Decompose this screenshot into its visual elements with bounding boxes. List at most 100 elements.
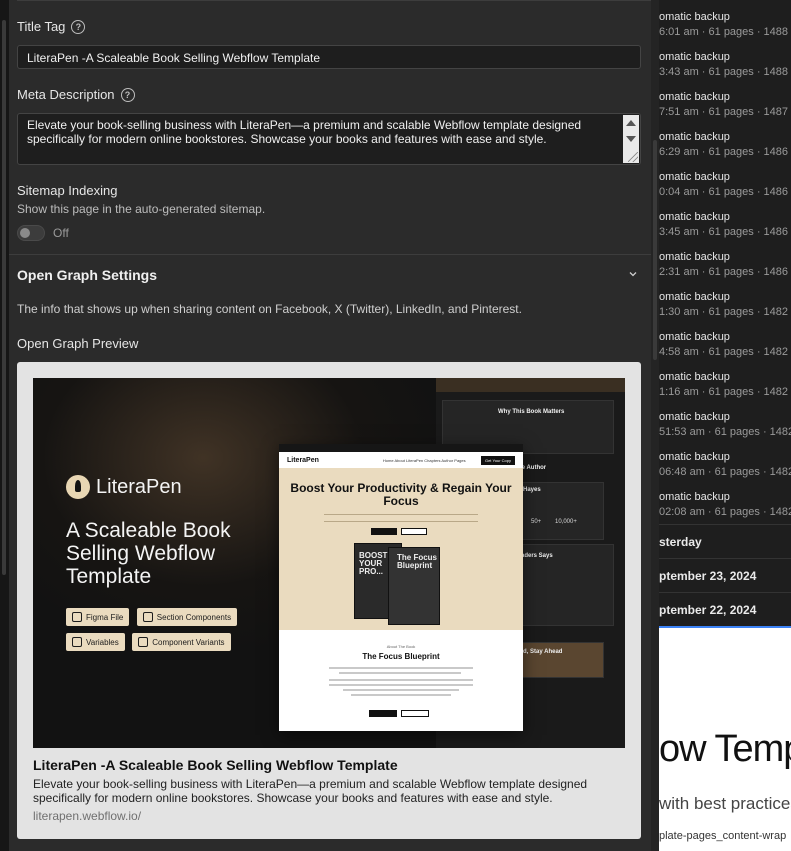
component-icon [138, 637, 149, 647]
backup-item[interactable]: omatic backup 02:08 am · 61 pages · 1482 … [659, 491, 791, 518]
mockup-heading: d, Stay Ahead [523, 649, 563, 655]
og-card-title: LiteraPen -A Scaleable Book Selling Webf… [33, 757, 398, 773]
backups-panel: omatic backup 6:01 am · 61 pages · 1488 s… [651, 0, 791, 851]
title-tag-input[interactable]: LiteraPen -A Scaleable Book Selling Webf… [17, 45, 641, 69]
backup-item[interactable]: omatic backup 6:29 am · 61 pages · 1486 s… [659, 131, 791, 158]
mockup-cta: Get Your Copy [480, 455, 515, 465]
mockup-heading: Why This Book Matters [498, 409, 565, 415]
sitemap-toggle-state: Off [53, 226, 69, 240]
textarea-scrollbar[interactable] [623, 115, 639, 163]
mockup-text-line [339, 672, 462, 674]
resize-grip-icon[interactable] [628, 152, 638, 162]
meta-description-label-text: Meta Description [17, 87, 115, 102]
backups-scrollbar-thumb[interactable] [653, 140, 657, 360]
og-card-url: literapen.webflow.io/ [33, 809, 142, 823]
mockup-text-line [350, 694, 452, 696]
backup-item[interactable]: omatic backup 06:48 am · 61 pages · 1482 … [659, 451, 791, 478]
backup-item[interactable]: omatic backup 1:30 am · 61 pages · 1482 s… [659, 291, 791, 318]
title-tag-label: Title Tag ? [17, 19, 86, 34]
backup-meta: 6:01 am · 61 pages · 1488 styl [659, 26, 791, 38]
open-graph-section-title[interactable]: Open Graph Settings [17, 267, 157, 283]
mockup-name: Hayes [523, 487, 541, 493]
og-chip: Component Variants [132, 633, 231, 651]
canvas-heading[interactable]: ow Temp [659, 728, 791, 771]
open-graph-preview-label: Open Graph Preview [17, 336, 138, 351]
backup-title: omatic backup [659, 51, 730, 63]
mockup-text-line [329, 667, 473, 669]
date-divider [659, 524, 791, 525]
backup-item[interactable]: omatic backup 0:04 am · 61 pages · 1486 s… [659, 171, 791, 198]
og-chip-label: Component Variants [152, 637, 225, 647]
scroll-up-arrow-icon[interactable] [626, 120, 636, 126]
backup-title: omatic backup [659, 291, 730, 303]
sitemap-indexing-toggle[interactable] [17, 225, 45, 241]
meta-description-textarea[interactable]: Elevate your book-selling business with … [17, 113, 641, 165]
chevron-down-icon[interactable] [629, 270, 637, 278]
mockup-about-kicker: About The Book [386, 644, 416, 649]
mockup-book-front: The Focus Blueprint [388, 547, 440, 625]
mockup-strip [436, 378, 625, 392]
backup-item[interactable]: omatic backup 3:45 am · 61 pages · 1486 s… [659, 211, 791, 238]
backup-title: omatic backup [659, 131, 730, 143]
mockup-announcement-bar [279, 444, 523, 452]
canvas-subheading[interactable]: with best practices [659, 794, 791, 814]
design-canvas[interactable]: ow Temp with best practices plate-pages_… [659, 628, 791, 851]
date-group-header[interactable]: ptember 23, 2024 [659, 569, 756, 583]
backup-item[interactable]: omatic backup 3:43 am · 61 pages · 1488 s… [659, 51, 791, 78]
date-divider [659, 592, 791, 593]
og-feature-chips: Figma File Section Components Variables … [66, 608, 266, 658]
backup-meta: 2:31 am · 61 pages · 1486 styl [659, 266, 791, 278]
mockup-about-button [401, 710, 429, 717]
backup-item[interactable]: omatic backup 51:53 am · 61 pages · 1482 … [659, 411, 791, 438]
left-scrollbar[interactable] [0, 0, 9, 851]
backup-item[interactable]: omatic backup 7:51 am · 61 pages · 1487 s… [659, 91, 791, 118]
backup-meta: 1:16 am · 61 pages · 1482 styl [659, 386, 791, 398]
mockup-hero-button [401, 528, 427, 535]
date-group-header[interactable]: ptember 22, 2024 [659, 603, 756, 617]
backup-item[interactable]: omatic backup 1:16 am · 61 pages · 1482 s… [659, 371, 791, 398]
help-icon[interactable]: ? [120, 87, 135, 102]
og-headline: A Scaleable Book Selling Webflow Templat… [66, 519, 231, 588]
mockup-nav-links: Home About LiteraPen Chapters Author Pag… [382, 457, 466, 463]
backup-meta: 3:45 am · 61 pages · 1486 styl [659, 226, 791, 238]
section-divider [9, 254, 651, 255]
left-scrollbar-thumb[interactable] [2, 20, 6, 575]
canvas-class-label: plate-pages_content-wrap [659, 830, 787, 842]
mockup-hero-buttons [371, 528, 427, 535]
og-chip: Variables [66, 633, 125, 651]
mockup-hero-button [371, 528, 397, 535]
mockup-about-title: The Focus Blueprint [362, 652, 440, 661]
panel-top-divider [17, 0, 651, 1]
backup-meta: 02:08 am · 61 pages · 1482 styl [659, 506, 791, 518]
og-brand: LiteraPen [66, 475, 182, 499]
open-graph-info: The info that shows up when sharing cont… [17, 302, 522, 316]
figma-icon [72, 612, 82, 622]
backup-item[interactable]: omatic backup 4:58 am · 61 pages · 1482 s… [659, 331, 791, 358]
og-site-mockup: LiteraPen Home About LiteraPen Chapters … [279, 444, 523, 731]
sitemap-indexing-description: Show this page in the auto-generated sit… [17, 202, 266, 216]
mockup-hero: Boost Your Productivity & Regain Your Fo… [279, 468, 523, 630]
help-icon[interactable]: ? [71, 19, 86, 34]
backup-title: omatic backup [659, 211, 730, 223]
backup-title: omatic backup [659, 91, 730, 103]
backup-item[interactable]: omatic backup 6:01 am · 61 pages · 1488 s… [659, 11, 791, 38]
scroll-down-arrow-icon[interactable] [626, 136, 636, 142]
backup-meta: 51:53 am · 61 pages · 1482 styl [659, 426, 791, 438]
backup-title: omatic backup [659, 411, 730, 423]
title-tag-label-text: Title Tag [17, 19, 66, 34]
mockup-about-buttons [369, 710, 429, 717]
mockup-text-line [329, 684, 473, 686]
backup-item[interactable]: omatic backup 2:31 am · 61 pages · 1486 s… [659, 251, 791, 278]
sitemap-indexing-label-text: Sitemap Indexing [17, 183, 118, 198]
toggle-knob [20, 228, 30, 238]
backups-scrollbar[interactable] [651, 0, 659, 851]
backup-title: omatic backup [659, 371, 730, 383]
mockup-text-line [343, 689, 459, 691]
mockup-hero-subtitle [324, 514, 478, 522]
meta-description-value: Elevate your book-selling business with … [27, 118, 582, 146]
backup-title: omatic backup [659, 11, 730, 23]
og-chip-label: Section Components [156, 612, 232, 622]
mockup-logo: LiteraPen [287, 456, 319, 464]
date-group-header[interactable]: sterday [659, 535, 702, 549]
backup-meta: 4:58 am · 61 pages · 1482 styl [659, 346, 791, 358]
